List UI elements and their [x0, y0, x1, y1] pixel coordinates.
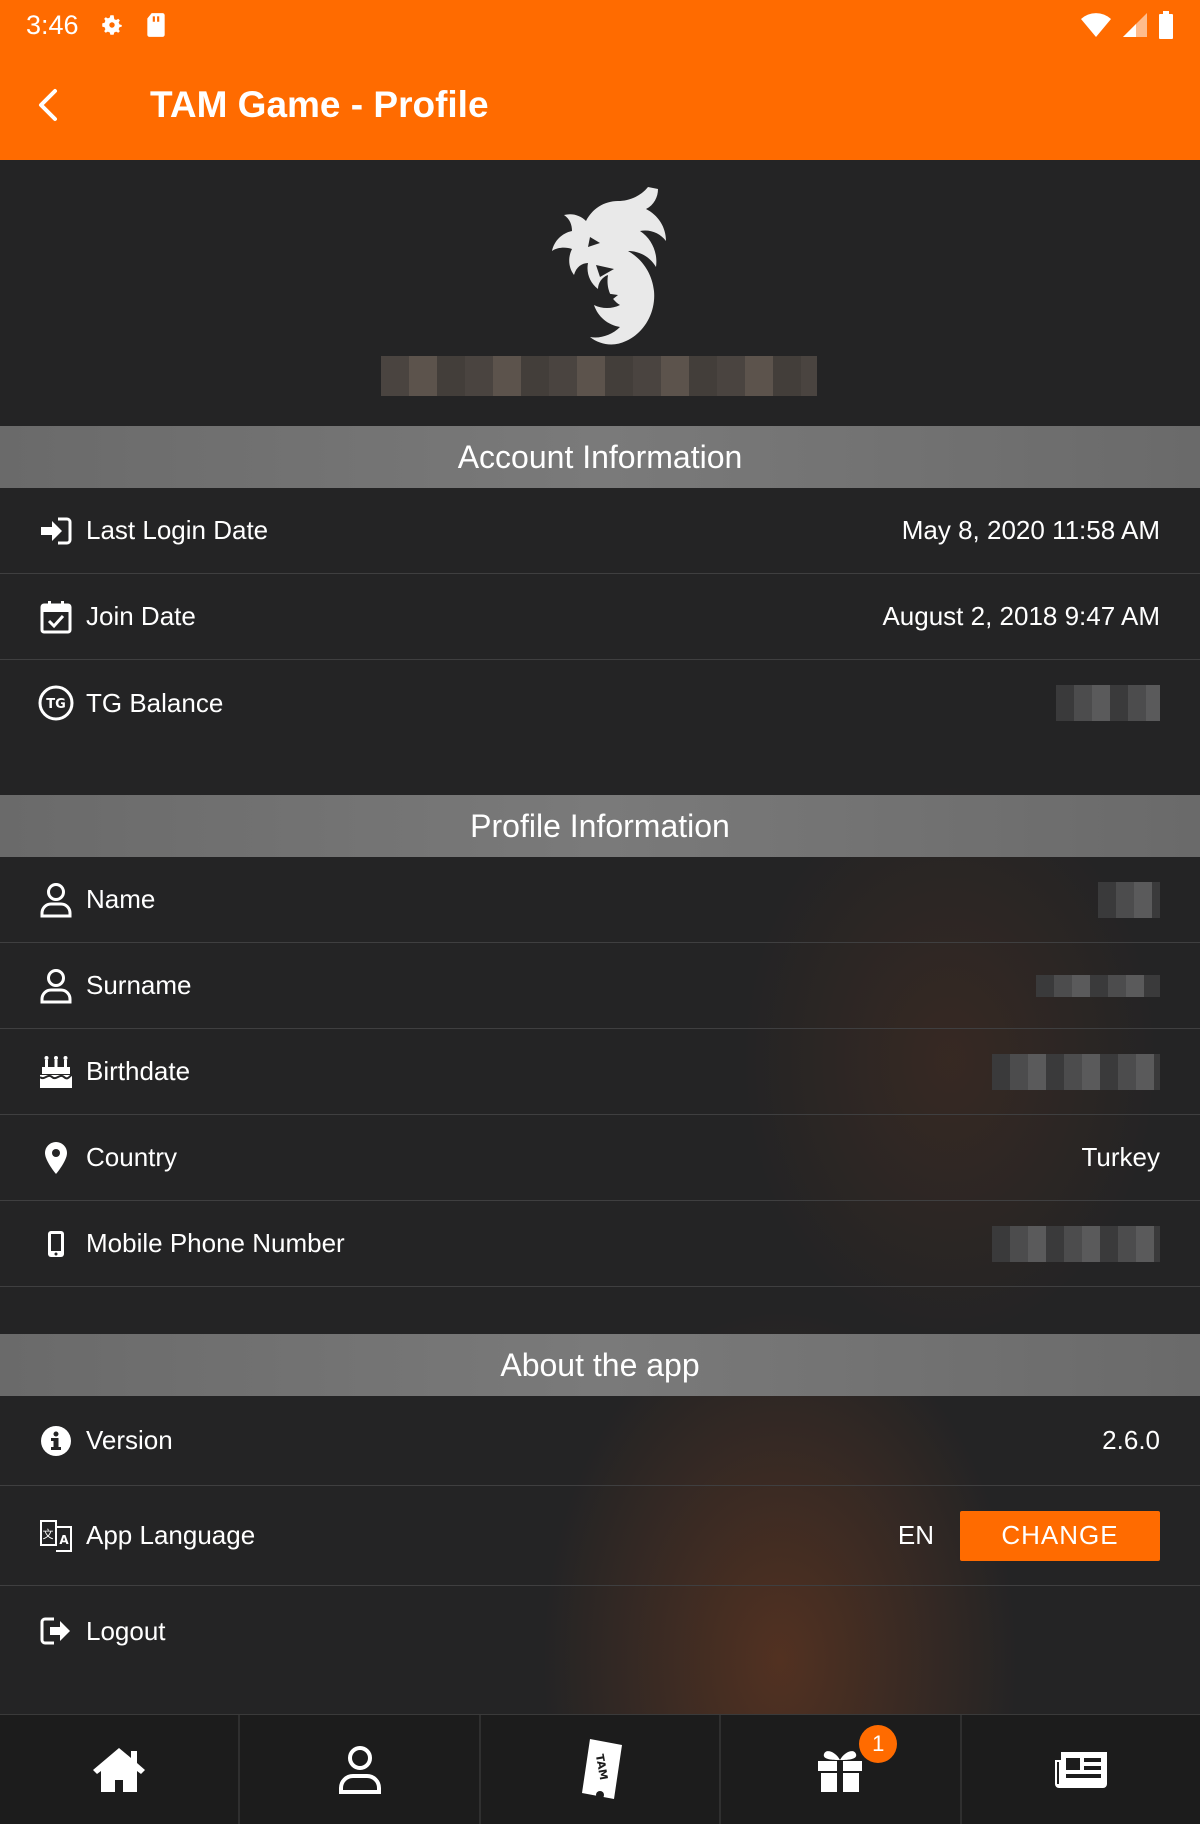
- svg-text:TG: TG: [46, 697, 66, 712]
- nav-gifts[interactable]: 1: [721, 1715, 962, 1824]
- last-login-row: Last Login Date May 8, 2020 11:58 AM: [0, 488, 1200, 574]
- surname-row: Surname: [0, 943, 1200, 1029]
- country-value: Turkey: [1081, 1142, 1161, 1172]
- profile-icon: [338, 1745, 381, 1794]
- gift-badge: 1: [859, 1725, 898, 1763]
- gift-icon: [818, 1750, 863, 1792]
- profile-info-header: Profile Information: [0, 795, 1200, 857]
- nav-news[interactable]: [962, 1715, 1200, 1824]
- settings-icon: [101, 15, 122, 35]
- version-row: Version 2.6.0: [0, 1396, 1200, 1486]
- profile-content[interactable]: Account Information Last Login Date May …: [0, 160, 1200, 1714]
- logout-icon: [38, 1613, 74, 1649]
- sd-card-icon: [146, 13, 165, 37]
- logout-label: Logout: [86, 1615, 166, 1646]
- info-icon: [38, 1423, 74, 1459]
- surname-label: Surname: [86, 970, 192, 1000]
- nav-profile[interactable]: [240, 1715, 481, 1824]
- birthdate-row: Birthdate: [0, 1029, 1200, 1115]
- user-icon: [38, 882, 74, 918]
- join-date-row: Join Date August 2, 2018 9:47 AM: [0, 574, 1200, 660]
- version-value: 2.6.0: [1102, 1425, 1160, 1455]
- name-row: Name: [0, 857, 1200, 943]
- change-language-button[interactable]: CHANGE: [960, 1510, 1160, 1561]
- tg-balance-row: TG TG Balance: [0, 660, 1200, 746]
- logout-row[interactable]: Logout: [0, 1586, 1200, 1676]
- svg-text:文: 文: [43, 1527, 54, 1541]
- about-app-header: About the app: [0, 1334, 1200, 1396]
- app-language-row: 文A App Language EN CHANGE: [0, 1486, 1200, 1586]
- battery-icon: [1159, 11, 1173, 39]
- nav-tam[interactable]: TAM: [481, 1715, 722, 1824]
- dragon-avatar-icon: [552, 187, 666, 345]
- name-label: Name: [86, 884, 156, 914]
- translate-icon: 文A: [38, 1518, 74, 1554]
- tg-balance-masked: [1055, 685, 1160, 721]
- map-marker-icon: [38, 1140, 74, 1176]
- back-arrow-icon: [39, 89, 57, 121]
- country-row: Country Turkey: [0, 1115, 1200, 1201]
- user-icon: [38, 968, 74, 1004]
- masked-username: [381, 356, 817, 396]
- back-button[interactable]: [0, 50, 100, 160]
- page-title: TAM Game - Profile: [150, 84, 489, 125]
- last-login-value: May 8, 2020 11:58 AM: [901, 515, 1160, 545]
- wifi-icon: [1081, 13, 1111, 37]
- app-bar: TAM Game - Profile: [0, 50, 1200, 160]
- mobile-phone-row: Mobile Phone Number: [0, 1201, 1200, 1287]
- last-login-label: Last Login Date: [86, 515, 269, 545]
- calendar-check-icon: [38, 599, 74, 635]
- tam-ticket-icon: TAM: [582, 1738, 623, 1799]
- app-language-value: EN: [897, 1520, 934, 1550]
- country-label: Country: [86, 1142, 178, 1172]
- status-time: 3:46: [26, 9, 79, 40]
- name-masked: [1097, 881, 1160, 918]
- account-info-header: Account Information: [0, 426, 1200, 488]
- tg-balance-label: TG Balance: [86, 687, 224, 718]
- app-language-label: App Language: [86, 1520, 256, 1550]
- mobile-phone-label: Mobile Phone Number: [86, 1228, 345, 1258]
- news-icon: [1054, 1751, 1107, 1788]
- mobile-phone-masked: [991, 1225, 1160, 1262]
- status-bar: 3:46: [0, 0, 1200, 50]
- join-date-label: Join Date: [86, 601, 196, 631]
- birthdate-label: Birthdate: [86, 1056, 191, 1086]
- birthday-cake-icon: [38, 1054, 74, 1090]
- signal-icon: [1123, 13, 1147, 37]
- tg-coin-icon: TG: [38, 685, 74, 721]
- nav-home[interactable]: [0, 1715, 241, 1824]
- surname-masked: [1036, 974, 1160, 997]
- birthdate-masked: [991, 1053, 1160, 1090]
- bottom-navigation: TAM 1: [0, 1714, 1200, 1824]
- svg-text:A: A: [59, 1533, 69, 1547]
- join-date-value: August 2, 2018 9:47 AM: [882, 601, 1160, 631]
- version-label: Version: [86, 1425, 173, 1455]
- mobile-phone-icon: [38, 1226, 74, 1262]
- home-icon: [93, 1747, 146, 1792]
- login-icon: [38, 513, 74, 549]
